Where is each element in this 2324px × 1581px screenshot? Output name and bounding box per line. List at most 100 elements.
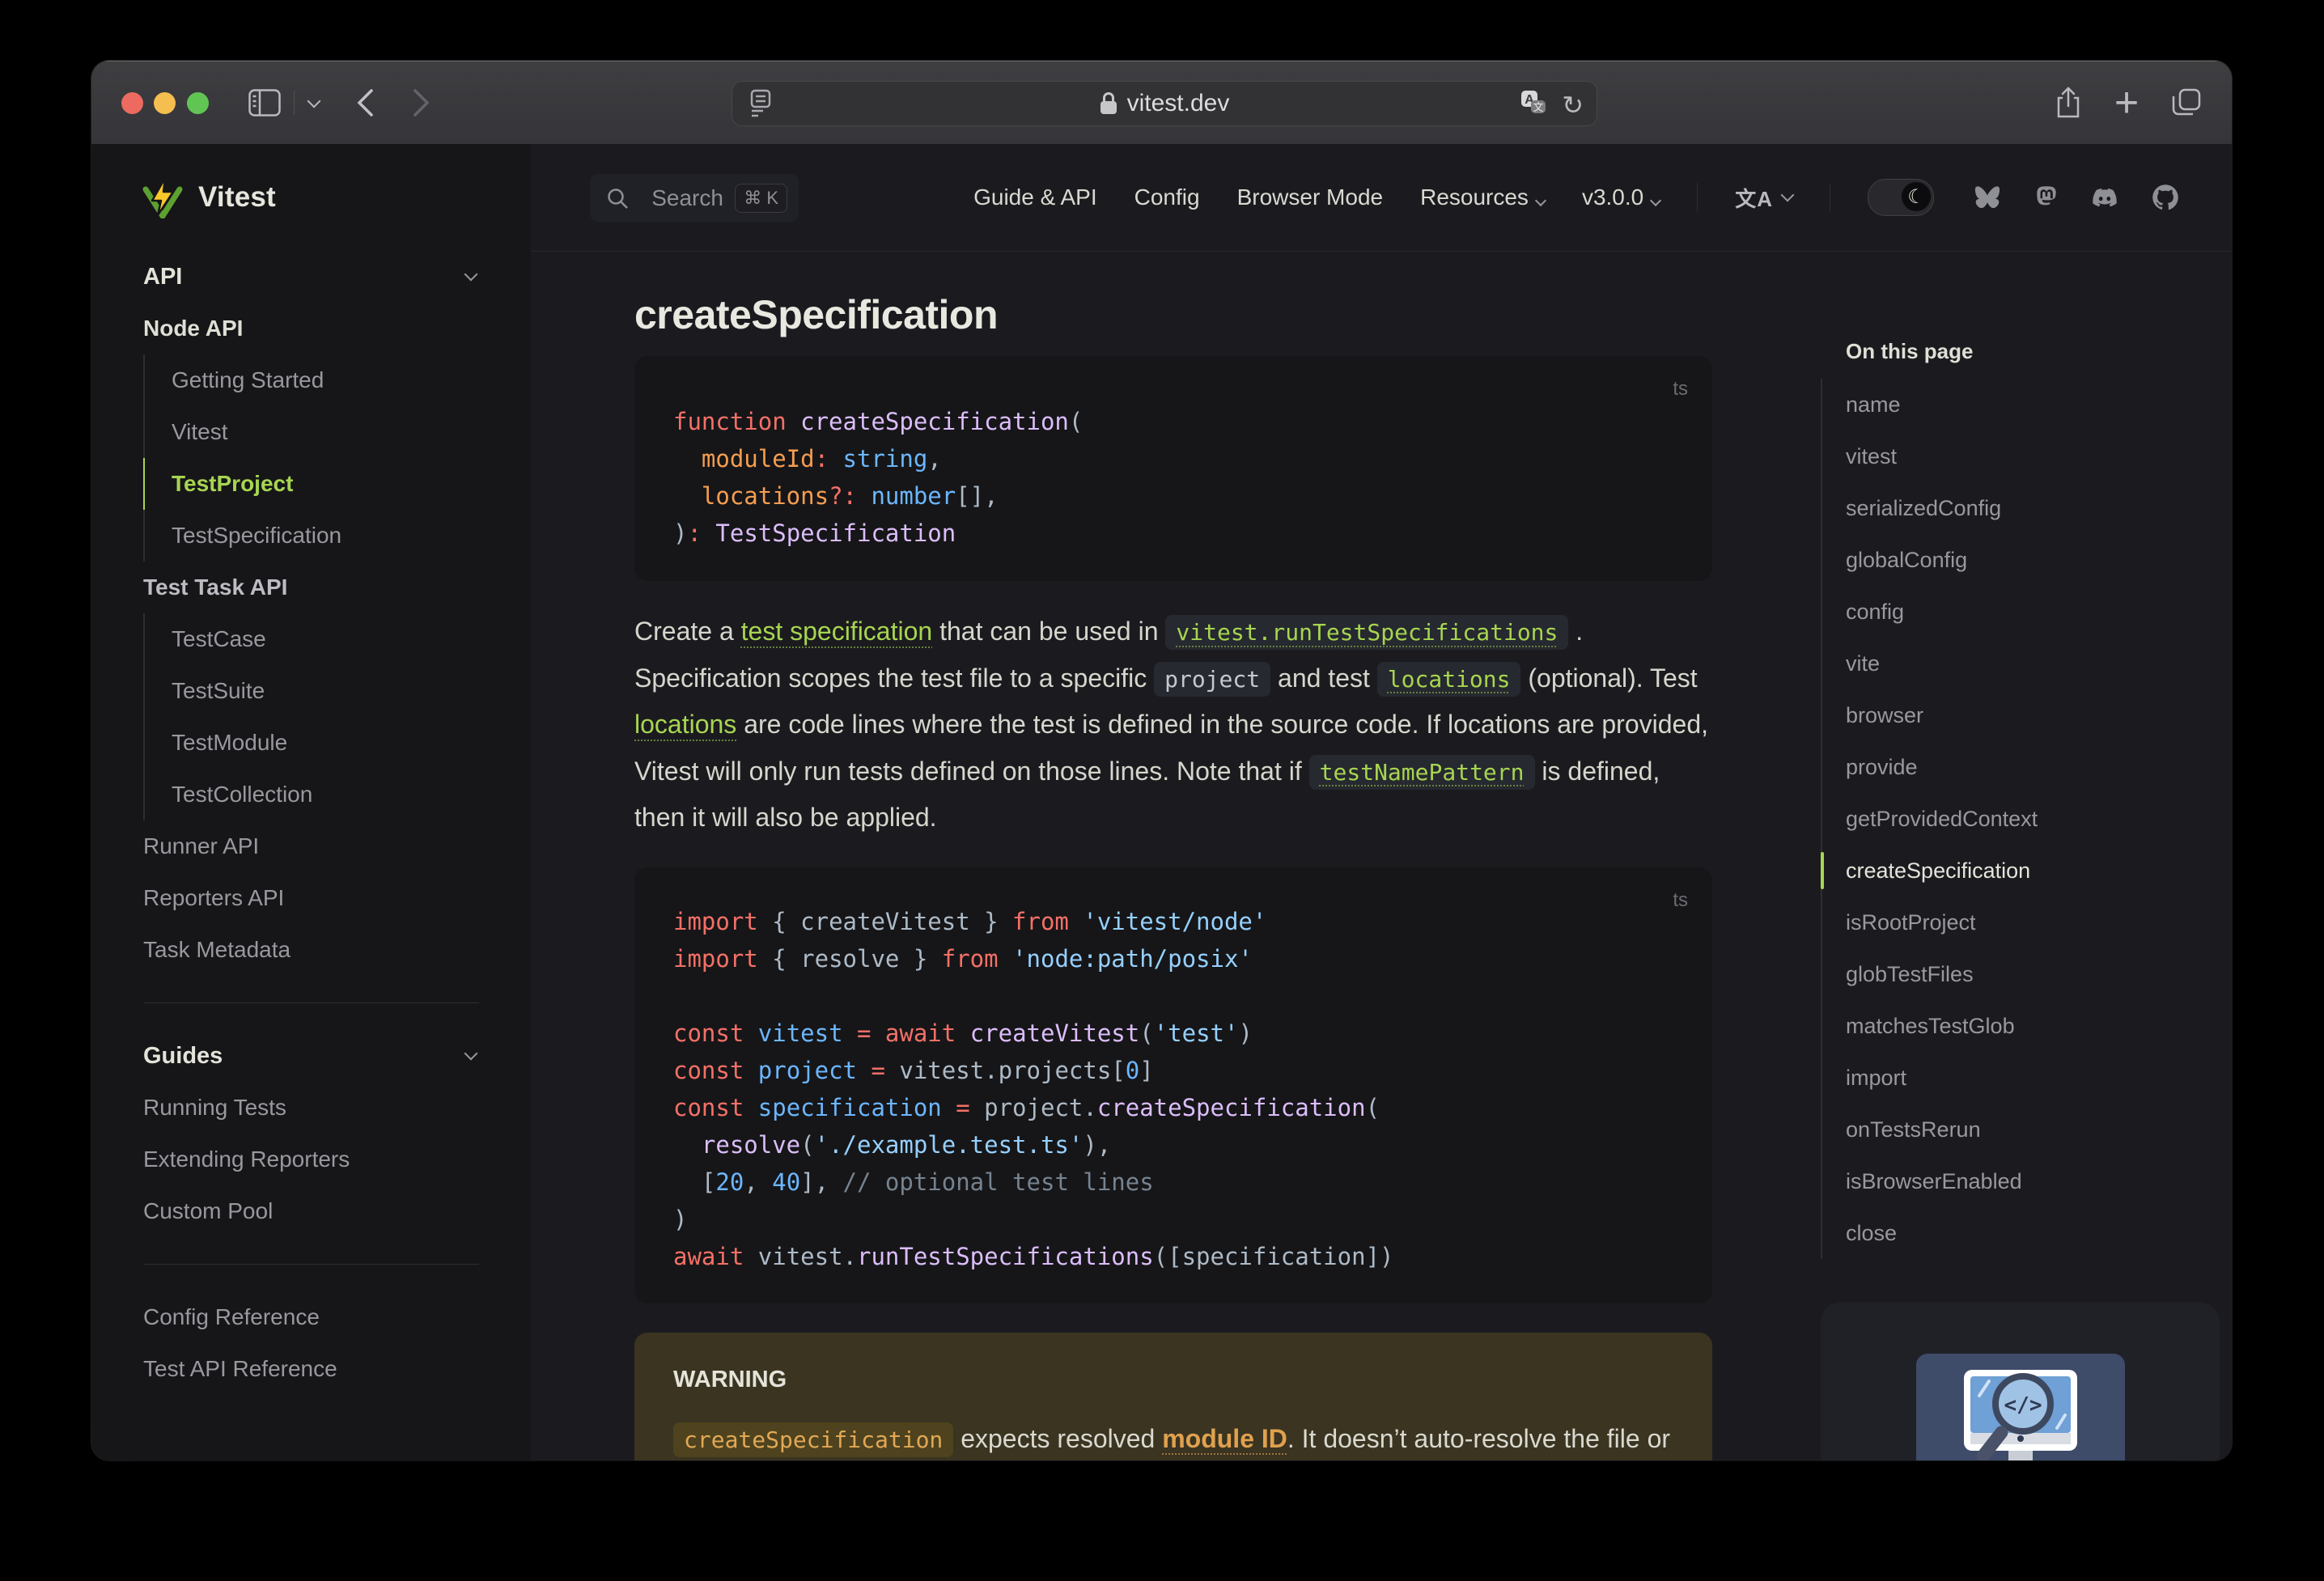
code-line: [20, 40], // optional test lines bbox=[673, 1168, 1154, 1196]
reload-icon[interactable]: ↻ bbox=[1562, 90, 1584, 121]
outline-item-import[interactable]: import bbox=[1846, 1052, 2222, 1104]
sidebar-item-testcase[interactable]: TestCase bbox=[143, 613, 479, 665]
outline-item-serializedconfig[interactable]: serializedConfig bbox=[1846, 482, 2222, 534]
zoom-window-button[interactable] bbox=[187, 92, 209, 114]
sidebar-divider bbox=[143, 1002, 479, 1003]
share-icon[interactable] bbox=[2048, 61, 2089, 144]
code-line: import { createVitest } from 'vitest/nod… bbox=[673, 907, 1267, 935]
nav-link-guide-api[interactable]: Guide & API bbox=[973, 184, 1097, 210]
address-bar[interactable]: vitest.dev A 文 ↻ bbox=[732, 82, 1597, 125]
code-block-signature: ts function createSpecification( moduleI… bbox=[634, 356, 1712, 581]
inline-link[interactable]: testNamePattern bbox=[1308, 754, 1535, 790]
sidebar-item-custom-pool[interactable]: Custom Pool bbox=[143, 1185, 479, 1237]
sidebar-divider bbox=[143, 1264, 479, 1265]
close-window-button[interactable] bbox=[121, 92, 143, 114]
new-tab-icon[interactable]: + bbox=[2106, 61, 2147, 144]
chevron-down-icon bbox=[1650, 194, 1662, 207]
inline-code: createSpecification bbox=[673, 1422, 954, 1457]
url-text: vitest.dev bbox=[1126, 90, 1230, 117]
site-logo[interactable]: Vitest bbox=[91, 144, 531, 251]
sidebar-item-node-api[interactable]: Node API bbox=[143, 303, 479, 354]
mastodon-icon[interactable] bbox=[2033, 184, 2059, 211]
outline-item-isbrowserenabled[interactable]: isBrowserEnabled bbox=[1846, 1155, 2222, 1207]
nav-link-resources[interactable]: Resources bbox=[1420, 184, 1547, 210]
outline-item-matchestestglob[interactable]: matchesTestGlob bbox=[1846, 1000, 2222, 1052]
nav-link-config[interactable]: Config bbox=[1134, 184, 1200, 210]
svg-text:</>: </> bbox=[2004, 1393, 2042, 1418]
sidebar-item-testcollection[interactable]: TestCollection bbox=[143, 769, 479, 820]
sidebar-group-guides[interactable]: Guides bbox=[143, 1030, 479, 1082]
sidebar-item-task-metadata[interactable]: Task Metadata bbox=[143, 924, 479, 976]
sidebar-item-testsuite[interactable]: TestSuite bbox=[143, 665, 479, 717]
social-links bbox=[1973, 183, 2180, 212]
sidebar-item-testproject[interactable]: TestProject bbox=[143, 458, 479, 510]
dark-mode-toggle[interactable]: ☾ bbox=[1868, 179, 1934, 216]
tab-group-chevron-icon[interactable] bbox=[300, 61, 328, 144]
sidebar-item-testspecification[interactable]: TestSpecification bbox=[143, 510, 479, 562]
back-button[interactable] bbox=[346, 61, 384, 144]
code-block-example: ts import { createVitest } from 'vitest/… bbox=[634, 867, 1712, 1303]
language-switcher[interactable]: 文A bbox=[1735, 183, 1795, 213]
browser-window: vitest.dev A 文 ↻ + Vitest API Node API G… bbox=[91, 61, 2232, 1460]
sidebar-nav: API Node API Getting Started Vitest TestProj… bbox=[91, 251, 531, 1395]
inline-link[interactable]: test specification bbox=[741, 617, 933, 646]
forward-button[interactable] bbox=[402, 61, 441, 144]
outline-item-globtestfiles[interactable]: globTestFiles bbox=[1846, 948, 2222, 1000]
svg-text:文: 文 bbox=[1533, 101, 1544, 113]
outline-item-browser[interactable]: browser bbox=[1846, 689, 2222, 741]
sidebar-item-reporters-api[interactable]: Reporters API bbox=[143, 872, 479, 924]
minimize-window-button[interactable] bbox=[154, 92, 176, 114]
sidebar-item-test-api-reference[interactable]: Test API Reference bbox=[143, 1343, 479, 1395]
sidebar-toggle-icon[interactable] bbox=[245, 61, 284, 144]
nav-link-v3-0-0[interactable]: v3.0.0 bbox=[1582, 184, 1662, 210]
sponsor-card[interactable]: </> bbox=[1821, 1303, 2220, 1460]
outline-item-createspecification[interactable]: createSpecification bbox=[1846, 845, 2222, 896]
outline-item-isrootproject[interactable]: isRootProject bbox=[1846, 896, 2222, 948]
sidebar-item-running-tests[interactable]: Running Tests bbox=[143, 1082, 479, 1134]
search-button[interactable]: Search ⌘ K bbox=[590, 174, 799, 222]
code-line: moduleId: string, bbox=[673, 445, 942, 473]
search-icon bbox=[608, 188, 628, 209]
outline-item-close[interactable]: close bbox=[1846, 1207, 2222, 1259]
sidebar-item-runner-api[interactable]: Runner API bbox=[143, 820, 479, 872]
outline-item-name[interactable]: name bbox=[1846, 379, 2222, 430]
moon-icon: ☾ bbox=[1907, 185, 1925, 208]
sidebar-item-testmodule[interactable]: TestModule bbox=[143, 717, 479, 769]
sidebar-item-config-reference[interactable]: Config Reference bbox=[143, 1291, 479, 1343]
code-line: await vitest.runTestSpecifications([spec… bbox=[673, 1242, 1394, 1270]
outline-item-ontestsrerun[interactable]: onTestsRerun bbox=[1846, 1104, 2222, 1155]
outline-item-vite[interactable]: vite bbox=[1846, 638, 2222, 689]
inline-link[interactable]: locations bbox=[1376, 661, 1521, 697]
translate-icon[interactable]: A 文 bbox=[1520, 89, 1547, 121]
toolbar-divider bbox=[294, 91, 295, 115]
sidebar-group-api[interactable]: API bbox=[143, 251, 479, 303]
outline-item-config[interactable]: config bbox=[1846, 586, 2222, 638]
nav-link-browser-mode[interactable]: Browser Mode bbox=[1237, 184, 1384, 210]
sidebar-item-extending-reporters[interactable]: Extending Reporters bbox=[143, 1134, 479, 1185]
bluesky-icon[interactable] bbox=[1973, 184, 2002, 211]
discord-icon[interactable] bbox=[2089, 184, 2120, 211]
outline-item-getprovidedcontext[interactable]: getProvidedContext bbox=[1846, 793, 2222, 845]
sidebar-item-vitest[interactable]: Vitest bbox=[143, 406, 479, 458]
site-viewport: Vitest API Node API Getting Started Vitest T… bbox=[91, 144, 2232, 1460]
sidebar-item-test-task-api[interactable]: Test Task API bbox=[143, 562, 479, 613]
code-language-badge: ts bbox=[1673, 888, 1688, 911]
tab-overview-icon[interactable] bbox=[2165, 61, 2208, 144]
lock-icon bbox=[1100, 92, 1117, 114]
outline-item-globalconfig[interactable]: globalConfig bbox=[1846, 534, 2222, 586]
search-label: Search bbox=[651, 184, 723, 210]
outline-item-provide[interactable]: provide bbox=[1846, 741, 2222, 793]
page-title: createSpecification bbox=[634, 292, 999, 337]
chevron-down-icon bbox=[1534, 194, 1547, 207]
sidebar-item-getting-started[interactable]: Getting Started bbox=[143, 354, 479, 406]
inline-link[interactable]: module ID bbox=[1162, 1424, 1287, 1453]
text-segment: expects resolved bbox=[953, 1423, 1163, 1453]
code-line: import { resolve } from 'node:path/posix… bbox=[673, 944, 1253, 973]
top-navbar: Search ⌘ K Guide & API Config Browser Mode… bbox=[531, 144, 2232, 252]
nav-links: Guide & API Config Browser Mode Resources v3… bbox=[973, 144, 2180, 251]
outline-item-vitest[interactable]: vitest bbox=[1846, 430, 2222, 482]
inline-link[interactable]: locations bbox=[634, 710, 736, 739]
github-icon[interactable] bbox=[2151, 183, 2180, 212]
inline-link[interactable]: vitest.runTestSpecifications bbox=[1165, 615, 1569, 650]
code-line: function createSpecification( bbox=[673, 408, 1084, 435]
